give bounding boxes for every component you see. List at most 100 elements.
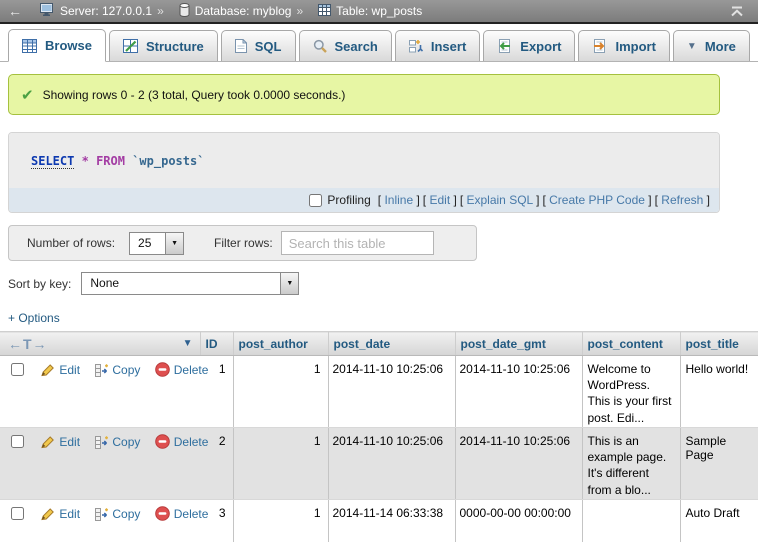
delete-row-link[interactable]: Delete	[174, 435, 209, 449]
breadcrumb-separator: »	[157, 4, 164, 18]
column-header-post-date[interactable]: post_date	[328, 332, 455, 356]
tab-structure[interactable]: Structure	[109, 30, 218, 61]
copy-row-icon	[94, 436, 108, 452]
query-link-php-wrap: Create PHP Code	[542, 193, 651, 207]
table-icon	[318, 4, 331, 19]
edit-row-link[interactable]: Edit	[59, 435, 80, 449]
success-check-icon: ✔	[21, 86, 34, 104]
number-of-rows-select[interactable]: 25 ▼	[129, 232, 184, 255]
inline-link[interactable]: Inline	[384, 193, 413, 207]
table-row: Edit Copy Delete 3 1 2014-11-14 06:33:38…	[0, 500, 758, 542]
back-arrow-icon[interactable]: ←	[0, 3, 30, 19]
delete-row-icon	[155, 434, 170, 452]
column-header-id[interactable]: ID	[200, 332, 233, 356]
status-message-text: Showing rows 0 - 2 (3 total, Query took …	[43, 88, 346, 102]
tab-browse[interactable]: Browse	[8, 29, 106, 62]
row-actions-cell: Edit Copy Delete	[0, 500, 200, 542]
breadcrumb-bar: ← Server: 127.0.0.1 » Database: myblog »…	[0, 0, 758, 24]
sort-caret-icon[interactable]: ▼	[183, 338, 193, 349]
header-actions-cell: ←T→ ▼	[0, 332, 200, 356]
edit-pencil-icon	[40, 364, 55, 380]
table-row: Edit Copy Delete 2 1 2014-11-10 10:25:06…	[0, 428, 758, 500]
query-link-edit-wrap: Edit	[423, 193, 457, 207]
row-checkbox[interactable]	[11, 507, 24, 520]
sql-icon	[235, 39, 247, 53]
tab-sql[interactable]: SQL	[221, 30, 296, 61]
export-icon	[497, 39, 512, 53]
insert-icon	[409, 39, 423, 53]
copy-row-link[interactable]: Copy	[112, 363, 140, 377]
table-header-row: ←T→ ▼ ID post_author post_date post_date…	[0, 332, 758, 356]
refresh-link[interactable]: Refresh	[661, 193, 703, 207]
breadcrumb-table[interactable]: Table: wp_posts	[318, 4, 422, 19]
sql-table-name: `wp_posts`	[132, 154, 204, 168]
delete-row-icon	[155, 362, 170, 380]
tab-more[interactable]: ▼ More	[673, 30, 750, 61]
tab-import[interactable]: Import	[578, 30, 669, 61]
cell-post-date: 2014-11-10 10:25:06	[328, 356, 455, 428]
sql-query-box: SELECT * FROM `wp_posts` Profiling Inlin…	[8, 132, 720, 213]
query-link-explain-wrap: Explain SQL	[460, 193, 540, 207]
edit-row-link[interactable]: Edit	[59, 363, 80, 377]
copy-row-link[interactable]: Copy	[112, 435, 140, 449]
database-icon	[179, 3, 190, 20]
edit-row-link[interactable]: Edit	[59, 507, 80, 521]
row-actions-cell: Edit Copy Delete	[0, 428, 200, 500]
query-link-refresh-wrap: Refresh	[655, 193, 710, 207]
row-checkbox[interactable]	[11, 363, 24, 376]
column-header-post-content[interactable]: post_content	[582, 332, 680, 356]
browse-icon	[22, 39, 37, 53]
options-toggle[interactable]: + Options	[8, 311, 758, 325]
collapse-panel-icon[interactable]	[730, 6, 744, 17]
tab-bar: Browse Structure SQL Search Insert Expor…	[0, 24, 758, 62]
column-header-post-date-gmt[interactable]: post_date_gmt	[455, 332, 582, 356]
edit-pencil-icon	[40, 508, 55, 524]
edit-pencil-icon	[40, 436, 55, 452]
number-of-rows-label: Number of rows:	[27, 236, 115, 250]
row-checkbox[interactable]	[11, 435, 24, 448]
delete-row-link[interactable]: Delete	[174, 363, 209, 377]
delete-row-link[interactable]: Delete	[174, 507, 209, 521]
explain-sql-link[interactable]: Explain SQL	[467, 193, 533, 207]
server-icon	[40, 3, 55, 19]
sort-by-key-label: Sort by key:	[8, 277, 71, 291]
profiling-checkbox[interactable]	[309, 194, 322, 207]
column-header-post-author[interactable]: post_author	[233, 332, 328, 356]
cell-post-content	[582, 500, 680, 542]
create-php-code-link[interactable]: Create PHP Code	[549, 193, 645, 207]
tab-export[interactable]: Export	[483, 30, 575, 61]
status-message: ✔ Showing rows 0 - 2 (3 total, Query too…	[8, 74, 720, 115]
column-order-icon[interactable]: ←T→	[8, 336, 48, 352]
row-actions-cell: Edit Copy Delete	[0, 356, 200, 428]
breadcrumb-server[interactable]: Server: 127.0.0.1	[40, 3, 152, 19]
breadcrumb-separator: »	[296, 4, 303, 18]
sql-keyword-from: FROM	[96, 154, 125, 168]
copy-row-icon	[94, 364, 108, 380]
cell-post-title: Auto Draft	[680, 500, 758, 542]
structure-icon	[123, 39, 138, 53]
cell-post-content: Welcome to WordPress. This is your first…	[582, 356, 680, 428]
search-icon	[313, 39, 327, 53]
edit-query-link[interactable]: Edit	[429, 193, 450, 207]
rows-filter-bar: Number of rows: 25 ▼ Filter rows:	[8, 225, 477, 261]
column-header-post-title[interactable]: post_title	[680, 332, 758, 356]
cell-post-date-gmt: 2014-11-10 10:25:06	[455, 428, 582, 500]
sql-query-text: SELECT * FROM `wp_posts`	[9, 133, 719, 188]
breadcrumb-database[interactable]: Database: myblog	[179, 3, 292, 20]
cell-post-title: Sample Page	[680, 428, 758, 500]
query-link-inline-wrap: Inline	[378, 193, 420, 207]
sort-by-key-select[interactable]: None ▼	[81, 272, 299, 295]
delete-row-icon	[155, 506, 170, 524]
copy-row-link[interactable]: Copy	[112, 507, 140, 521]
select-caret-icon: ▼	[165, 233, 183, 254]
select-caret-icon: ▼	[280, 273, 298, 294]
filter-search-input[interactable]	[281, 231, 434, 255]
cell-post-date-gmt: 2014-11-10 10:25:06	[455, 356, 582, 428]
filter-rows-label: Filter rows:	[214, 236, 273, 250]
tab-search[interactable]: Search	[299, 30, 392, 61]
copy-row-icon	[94, 508, 108, 524]
cell-post-author: 1	[233, 356, 328, 428]
sql-star: *	[82, 154, 89, 168]
tab-insert[interactable]: Insert	[395, 30, 480, 61]
more-caret-icon: ▼	[687, 41, 697, 52]
